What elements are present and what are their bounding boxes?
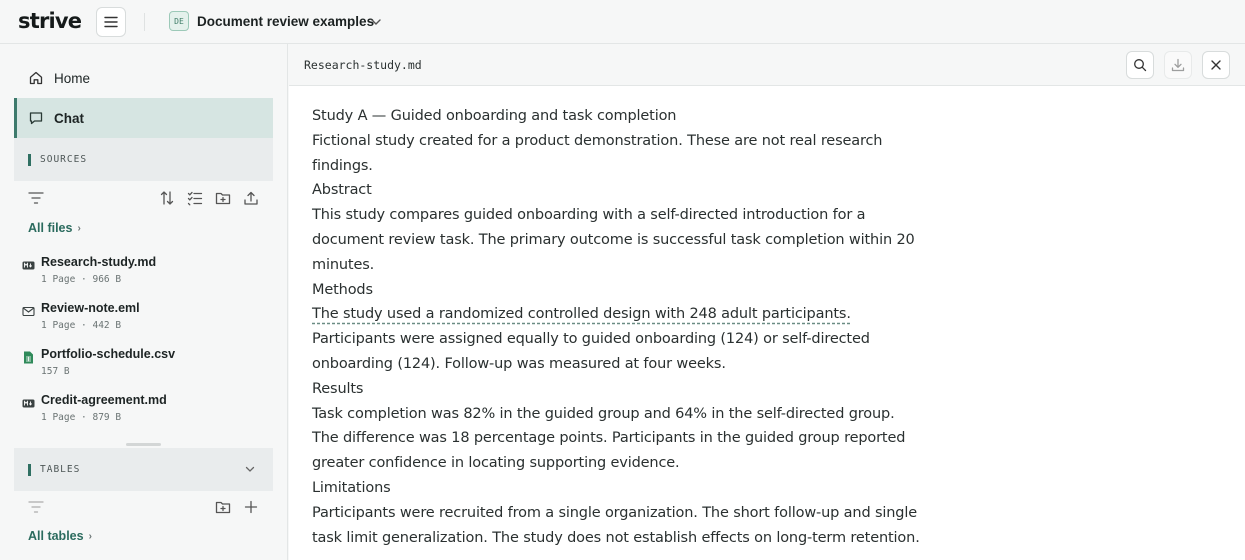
sources-label: SOURCES <box>40 154 88 165</box>
chevron-right-icon: › <box>77 222 81 234</box>
document-pane: Research-study.md Study A — Guided onboa… <box>289 44 1245 560</box>
document-body: Study A — Guided onboarding and task com… <box>312 104 932 550</box>
sidebar: Home Chat SOURCES All files › Research-s… <box>0 44 288 560</box>
all-tables-link[interactable]: All tables › <box>28 529 92 543</box>
workspace-title[interactable]: Document review examples <box>197 14 374 29</box>
add-icon[interactable] <box>242 498 260 516</box>
spreadsheet-icon <box>24 351 33 364</box>
section-marker <box>28 463 31 476</box>
search-button[interactable] <box>1126 51 1154 79</box>
file-name: Portfolio-schedule.csv <box>41 347 176 361</box>
file-meta: 157 B <box>41 366 70 377</box>
file-meta: 1 Page · 879 B <box>41 412 122 423</box>
chevron-down-icon[interactable] <box>243 462 257 476</box>
doc-methods-text: Participants were assigned equally to gu… <box>312 331 870 372</box>
section-marker <box>28 153 31 166</box>
new-folder-icon[interactable] <box>214 189 232 207</box>
chevron-down-icon[interactable] <box>368 14 384 30</box>
file-meta: 1 Page · 966 B <box>41 274 122 285</box>
divider <box>144 13 145 31</box>
close-icon <box>1211 60 1221 70</box>
sidebar-item-label: Home <box>54 70 91 86</box>
file-name: Credit-agreement.md <box>41 393 167 407</box>
doc-heading-methods: Methods <box>312 281 373 298</box>
sidebar-item-home[interactable]: Home <box>14 58 273 98</box>
app-logo[interactable]: strive <box>18 9 82 33</box>
hamburger-icon <box>104 16 118 28</box>
doc-heading-limitations: Limitations <box>312 479 391 496</box>
filter-icon[interactable] <box>27 498 45 516</box>
mail-icon <box>22 306 35 317</box>
home-icon <box>28 70 44 86</box>
file-item[interactable]: Credit-agreement.md 1 Page · 879 B <box>22 392 272 432</box>
sidebar-item-chat[interactable]: Chat <box>14 98 273 138</box>
top-bar: strive DE Document review examples <box>0 0 1245 44</box>
doc-heading-abstract: Abstract <box>312 182 372 199</box>
upload-icon[interactable] <box>242 189 260 207</box>
all-files-link[interactable]: All files › <box>28 221 81 235</box>
file-item[interactable]: Portfolio-schedule.csv 157 B <box>22 346 272 386</box>
markdown-icon <box>22 399 35 408</box>
doc-results-text: The difference was 18 percentage points.… <box>312 430 906 472</box>
file-name: Review-note.eml <box>41 301 140 315</box>
new-folder-icon[interactable] <box>214 498 232 516</box>
all-files-label: All files <box>28 221 73 235</box>
sidebar-item-label: Chat <box>54 110 84 126</box>
select-list-icon[interactable] <box>186 189 204 207</box>
document-header: Research-study.md <box>289 44 1245 86</box>
tables-header[interactable]: TABLES <box>14 448 273 491</box>
close-button[interactable] <box>1202 51 1230 79</box>
workspace-badge: DE <box>169 11 189 31</box>
file-item[interactable]: Review-note.eml 1 Page · 442 B <box>22 300 272 340</box>
chat-icon <box>28 110 44 126</box>
sort-icon[interactable] <box>158 189 176 207</box>
markdown-icon <box>22 261 35 270</box>
file-name: Research-study.md <box>41 255 157 269</box>
file-meta: 1 Page · 442 B <box>41 320 122 331</box>
doc-title: Study A — Guided onboarding and task com… <box>312 108 677 124</box>
doc-results-line: Task completion was 82% in the guided gr… <box>312 405 895 422</box>
doc-citation-highlight[interactable]: The study used a randomized controlled d… <box>312 306 851 322</box>
download-icon <box>1171 58 1185 72</box>
download-button[interactable] <box>1164 51 1192 79</box>
doc-abstract-text: This study compares guided onboarding wi… <box>312 207 915 273</box>
tables-label: TABLES <box>40 464 81 475</box>
document-filename: Research-study.md <box>304 58 422 72</box>
filter-icon[interactable] <box>27 189 45 207</box>
doc-limitations-text: Participants were recruited from a singl… <box>312 504 920 546</box>
all-tables-label: All tables <box>28 529 84 543</box>
doc-disclaimer: Fictional study created for a product de… <box>312 132 883 174</box>
menu-button[interactable] <box>96 7 126 37</box>
file-item[interactable]: Research-study.md 1 Page · 966 B <box>22 254 272 294</box>
sources-header[interactable]: SOURCES <box>14 138 273 181</box>
scrollbar-thumb[interactable] <box>126 443 161 446</box>
chevron-right-icon: › <box>88 530 92 542</box>
search-icon <box>1134 59 1147 72</box>
doc-heading-results: Results <box>312 380 364 397</box>
